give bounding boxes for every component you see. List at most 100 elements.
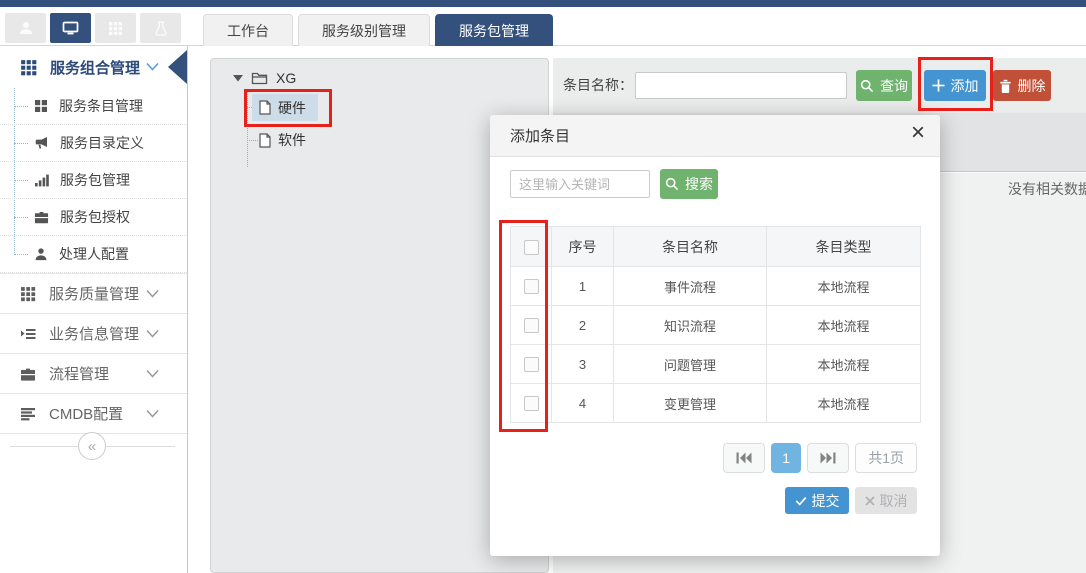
tree-connector — [247, 91, 248, 167]
row-select-cell — [511, 384, 552, 423]
grid-app-button[interactable] — [95, 13, 136, 43]
tree-connector — [247, 140, 258, 141]
sidebar-section-cmdb-config[interactable]: CMDB配置 — [0, 393, 187, 433]
query-button[interactable]: 查询 — [856, 70, 912, 101]
file-icon — [259, 133, 271, 148]
list-icon — [20, 327, 36, 341]
cell-name: 问题管理 — [614, 345, 767, 384]
chevron-down-icon — [146, 409, 159, 418]
sidebar-collapsed-sections: 服务质量管理 业务信息管理 流程管理 CMDB配置 — [0, 273, 187, 434]
tree-node-software[interactable]: 软件 — [259, 128, 306, 152]
briefcase-icon — [20, 367, 36, 381]
sidebar-item-service-catalog[interactable]: 服务目录定义 — [0, 125, 187, 162]
sidebar-item-service-package-mgmt[interactable]: 服务包管理 — [0, 162, 187, 199]
row-select-cell — [511, 267, 552, 306]
row-checkbox[interactable] — [524, 318, 539, 333]
cell-no: 3 — [552, 345, 614, 384]
person-icon — [34, 247, 48, 261]
submit-button-label: 提交 — [812, 491, 840, 511]
trash-icon — [999, 79, 1012, 93]
cancel-button-label: 取消 — [880, 491, 908, 511]
collapse-chevrons-icon: « — [88, 438, 96, 455]
grid-icon — [20, 59, 37, 76]
sidebar-item-handler-config[interactable]: 处理人配置 — [0, 236, 187, 273]
sidebar-submenu: 服务条目管理 服务目录定义 服务包管理 服务包授权 处理人配置 — [0, 88, 187, 273]
table-row: 2 知识流程 本地流程 — [511, 306, 921, 345]
page-total-label: 共1页 — [855, 443, 917, 473]
add-button[interactable]: 添加 — [924, 70, 986, 101]
sidebar-item-label: 服务包授权 — [60, 207, 130, 227]
sidebar-section-label: 服务组合管理 — [50, 57, 140, 78]
cell-no: 2 — [552, 306, 614, 345]
close-icon[interactable]: × — [911, 121, 925, 145]
first-page-button[interactable] — [723, 443, 765, 473]
row-checkbox[interactable] — [524, 357, 539, 372]
sidebar-section-label: 流程管理 — [49, 363, 109, 384]
last-page-button[interactable] — [807, 443, 849, 473]
cell-type: 本地流程 — [767, 306, 921, 345]
sidebar-item-label: 服务包管理 — [60, 170, 130, 190]
filter-toolbar: 条目名称： 查询 添加 删除 — [553, 58, 1086, 113]
delete-button[interactable]: 删除 — [993, 70, 1051, 101]
chevron-down-icon — [146, 289, 159, 298]
sidebar-section-business-info[interactable]: 业务信息管理 — [0, 313, 187, 353]
select-all-cell — [511, 227, 552, 267]
cancel-button[interactable]: 取消 — [855, 487, 917, 514]
user-app-button[interactable] — [5, 13, 46, 43]
sidebar-section-service-portfolio[interactable]: 服务组合管理 — [0, 46, 187, 88]
bar-chart-icon — [34, 173, 49, 187]
tab-service-level[interactable]: 服务级别管理 — [298, 14, 430, 46]
pagination: 1 共1页 — [723, 443, 917, 473]
sidebar-section-label: CMDB配置 — [49, 403, 123, 424]
tab-label: 服务包管理 — [459, 21, 529, 41]
table-header-row: 序号 条目名称 条目类型 — [511, 227, 921, 267]
table-row: 3 问题管理 本地流程 — [511, 345, 921, 384]
user-icon — [18, 20, 34, 36]
sidebar-section-service-quality[interactable]: 服务质量管理 — [0, 273, 187, 313]
select-all-checkbox[interactable] — [524, 240, 539, 255]
column-header-name: 条目名称 — [614, 227, 767, 267]
page-tabs: 工作台 服务级别管理 服务包管理 — [203, 14, 553, 46]
file-icon — [259, 100, 271, 115]
add-button-label: 添加 — [951, 76, 979, 96]
tab-service-package[interactable]: 服务包管理 — [435, 14, 553, 46]
cell-type: 本地流程 — [767, 384, 921, 423]
caret-down-icon — [233, 74, 243, 82]
search-icon — [665, 177, 679, 191]
query-button-label: 查询 — [880, 76, 908, 96]
chevron-down-icon — [146, 369, 159, 378]
tab-workbench[interactable]: 工作台 — [203, 14, 293, 46]
keyword-search-input[interactable] — [510, 170, 650, 198]
sidebar-item-label: 处理人配置 — [59, 244, 129, 264]
flask-app-button[interactable] — [140, 13, 181, 43]
table-row: 4 变更管理 本地流程 — [511, 384, 921, 423]
submit-button[interactable]: 提交 — [785, 487, 849, 514]
last-page-icon — [820, 452, 836, 464]
sidebar-item-service-entry-mgmt[interactable]: 服务条目管理 — [0, 88, 187, 125]
row-checkbox[interactable] — [524, 279, 539, 294]
tree-node-root[interactable]: XG — [233, 70, 296, 86]
cell-name: 事件流程 — [614, 267, 767, 306]
current-page-button[interactable]: 1 — [771, 443, 801, 473]
cell-type: 本地流程 — [767, 345, 921, 384]
tree-root-label: XG — [276, 70, 296, 86]
search-icon — [860, 79, 874, 93]
sidebar-section-process-mgmt[interactable]: 流程管理 — [0, 353, 187, 393]
sidebar-section-label: 服务质量管理 — [49, 283, 139, 304]
tree-node-hardware[interactable]: 硬件 — [252, 94, 318, 121]
chevron-down-icon — [146, 62, 159, 71]
entry-name-input[interactable] — [635, 72, 847, 99]
cell-no: 4 — [552, 384, 614, 423]
dialog-title: 添加条目 — [510, 125, 570, 146]
row-checkbox[interactable] — [524, 396, 539, 411]
grid-icon — [108, 21, 123, 36]
flask-icon — [153, 20, 169, 36]
dialog-search-button[interactable]: 搜索 — [660, 169, 718, 199]
sidebar-collapse-button[interactable]: « — [78, 432, 106, 460]
sidebar-item-service-package-auth[interactable]: 服务包授权 — [0, 199, 187, 236]
monitor-app-button[interactable] — [50, 13, 91, 43]
column-header-no: 序号 — [552, 227, 614, 267]
grid-2x2-icon — [34, 99, 48, 113]
briefcase-icon — [34, 210, 49, 224]
check-icon — [795, 496, 807, 506]
